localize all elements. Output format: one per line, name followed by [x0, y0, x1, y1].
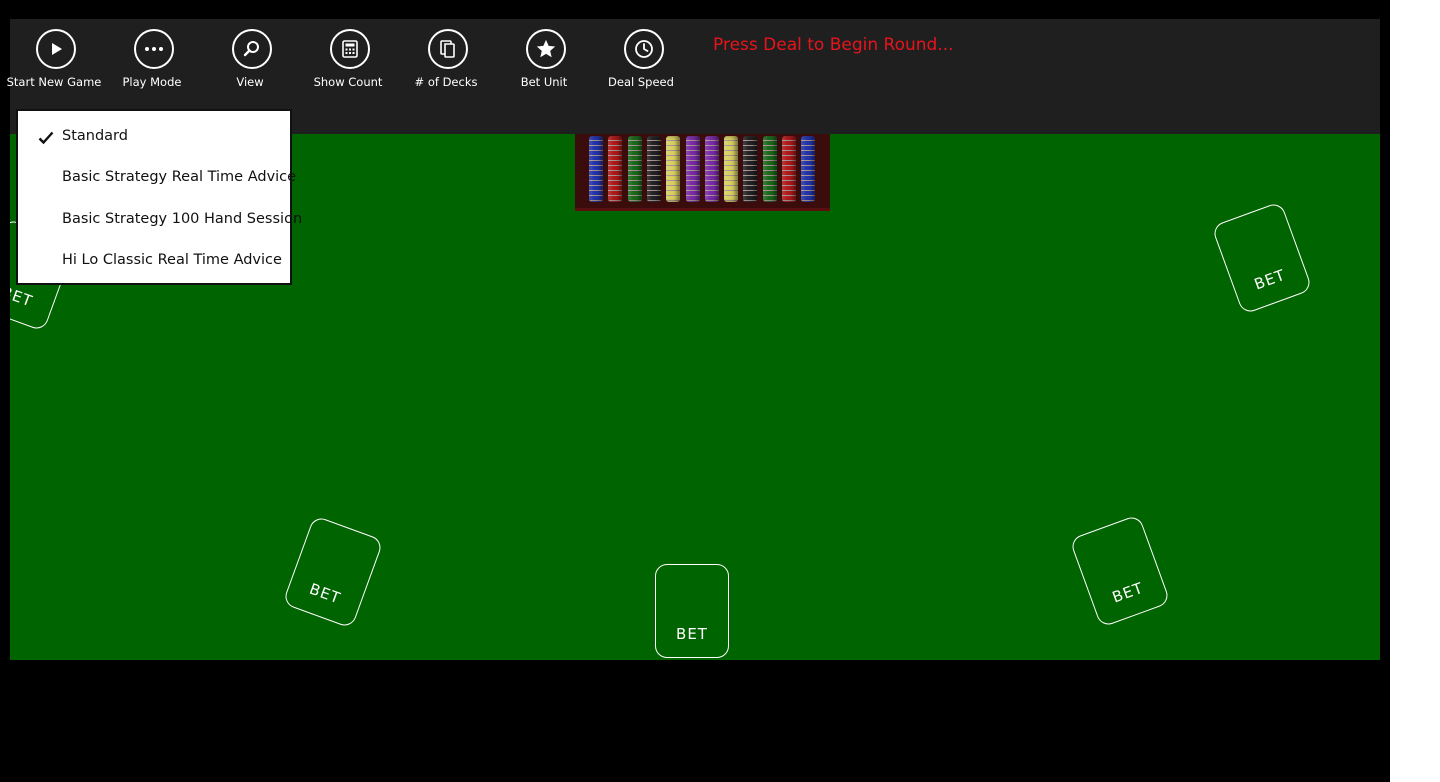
search-icon	[232, 29, 272, 69]
show-count-button[interactable]: Show Count	[302, 29, 398, 99]
view-label: View	[236, 75, 264, 89]
chip-stack	[627, 136, 642, 202]
number-of-decks-button[interactable]: # of Decks	[400, 29, 496, 99]
chip-stack	[666, 136, 681, 202]
bet-spot-label: BET	[1251, 265, 1288, 294]
menu-item-label: Basic Strategy 100 Hand Session	[62, 211, 303, 227]
bet-spot-label: BET	[1109, 578, 1146, 607]
chip-stack	[589, 136, 603, 202]
chip-stack	[762, 136, 777, 202]
menu-item-standard[interactable]: Standard	[18, 118, 290, 156]
menu-item-label: Standard	[62, 128, 128, 144]
chip-rack	[575, 134, 830, 211]
blackjack-app: Start New Game Play Mode View Show Count	[0, 0, 1390, 782]
status-message: Press Deal to Begin Round...	[713, 35, 954, 55]
start-new-game-button[interactable]: Start New Game	[7, 29, 104, 99]
play-mode-menu: Standard Basic Strategy Real Time Advice…	[16, 109, 302, 285]
bet-spot-3[interactable]: BET	[655, 564, 729, 658]
deal-speed-button[interactable]: Deal Speed	[596, 29, 692, 99]
ellipsis-icon	[134, 29, 174, 69]
bet-unit-label: Bet Unit	[520, 75, 568, 89]
chip-stack	[782, 136, 796, 202]
chip-stack	[704, 136, 719, 202]
play-mode-button[interactable]: Play Mode	[106, 29, 202, 99]
chip-stack	[608, 136, 623, 202]
deal-speed-label: Deal Speed	[608, 75, 674, 89]
bet-spot-2[interactable]: BET	[282, 515, 384, 629]
clock-icon	[624, 29, 664, 69]
show-count-label: Show Count	[313, 75, 383, 89]
number-of-decks-label: # of Decks	[414, 75, 478, 89]
calculator-icon	[330, 29, 370, 69]
chip-stack	[685, 136, 700, 202]
chip-stack	[646, 136, 661, 202]
play-icon	[36, 29, 76, 69]
bet-spot-5[interactable]: BET	[1211, 201, 1313, 315]
chip-stack	[724, 136, 739, 202]
play-mode-label: Play Mode	[122, 75, 182, 89]
start-new-game-label: Start New Game	[6, 75, 102, 89]
bet-spot-label: BET	[307, 579, 344, 608]
menu-item-label: Hi Lo Classic Real Time Advice	[62, 252, 282, 268]
chip-stack	[801, 136, 816, 202]
view-button[interactable]: View	[204, 29, 300, 99]
menu-item-hi-lo-classic[interactable]: Hi Lo Classic Real Time Advice	[18, 242, 290, 280]
menu-item-label: Basic Strategy Real Time Advice	[62, 169, 297, 185]
bet-spot-4[interactable]: BET	[1069, 514, 1171, 628]
decks-icon	[428, 29, 468, 69]
bet-spot-label: BET	[676, 625, 708, 643]
checkmark-icon	[38, 130, 54, 149]
menu-item-basic-strategy-100-hand[interactable]: Basic Strategy 100 Hand Session	[18, 201, 302, 239]
bet-unit-button[interactable]: Bet Unit	[498, 29, 594, 99]
menu-item-basic-strategy-real-time[interactable]: Basic Strategy Real Time Advice	[18, 159, 296, 197]
star-icon	[526, 29, 566, 69]
chip-stack	[743, 136, 758, 202]
